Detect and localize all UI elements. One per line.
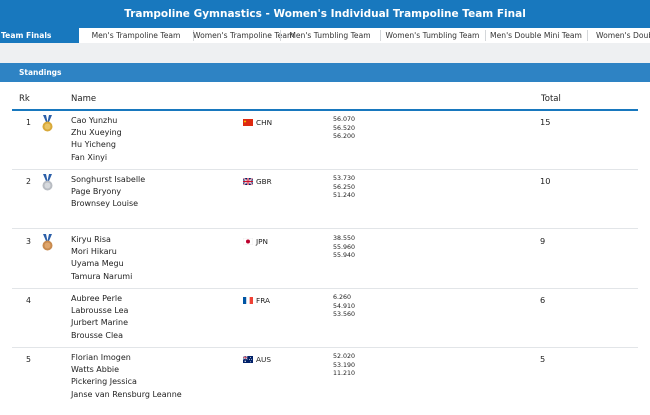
tab-womens-tumbling-team[interactable]: Women's Tumbling Team — [380, 28, 485, 43]
row-divider — [12, 347, 638, 348]
score-value: 55.960 — [333, 243, 356, 251]
noc-code: AUS — [256, 355, 271, 364]
routine-scores: 56.070 56.520 56.200 — [333, 116, 355, 142]
nationality: JPN — [243, 237, 268, 246]
score-value: 53.560 — [333, 311, 356, 319]
rank-value: 1 — [26, 118, 31, 127]
routine-scores: 52.020 53.190 11.210 — [333, 353, 355, 379]
score-value: 51.240 — [333, 192, 356, 200]
score-value: 54.910 — [333, 302, 356, 310]
japan-flag-icon — [243, 238, 253, 245]
routine-scores: 38.550 55.960 55.940 — [333, 235, 355, 261]
spacer — [0, 43, 650, 63]
athlete-name: Jurbert Marine — [71, 318, 128, 328]
nationality: GBR — [243, 177, 272, 186]
row-divider — [12, 228, 638, 229]
score-value: 6.260 — [333, 294, 352, 301]
score-value: 52.020 — [333, 353, 356, 360]
athlete-name: Janse van Rensburg Leanne — [71, 389, 182, 399]
tab-mens-trampoline-team[interactable]: Men's Trampoline Team — [79, 28, 193, 43]
athlete-name: Florian Imogen — [71, 353, 131, 362]
score-value: 55.940 — [333, 252, 356, 260]
athlete-name: Songhurst Isabelle — [71, 175, 146, 184]
silver-medal-icon — [42, 174, 53, 191]
team-members: Aubree Perle Labrousse Lea Jurbert Marin… — [71, 293, 128, 342]
rank-value: 3 — [26, 237, 31, 246]
rank-value: 4 — [26, 296, 31, 305]
athlete-name: Uyama Megu — [71, 259, 124, 269]
noc-code: FRA — [256, 296, 270, 305]
uk-flag-icon — [243, 178, 253, 185]
score-value: 11.210 — [333, 370, 356, 378]
row-divider — [12, 288, 638, 289]
team-members: Songhurst Isabelle Page Bryony Brownsey … — [71, 174, 145, 211]
tab-mens-double-mini-team[interactable]: Men's Double Mini Team — [485, 28, 587, 43]
athlete-name: Watts Abbie — [71, 365, 120, 375]
routine-scores: 6.260 54.910 53.560 — [333, 294, 355, 320]
athlete-name: Labrousse Lea — [71, 306, 129, 316]
china-flag-icon — [243, 119, 253, 126]
athlete-name: Page Bryony — [71, 187, 122, 197]
standings-title: Standings — [19, 68, 62, 77]
athlete-name: Hu Yicheng — [71, 140, 116, 150]
tab-womens-double-mini-team[interactable]: Women's Double M — [587, 28, 650, 43]
routine-scores: 53.730 56.250 51.240 — [333, 175, 355, 201]
header-divider — [12, 109, 638, 111]
total-score: 6 — [540, 295, 546, 305]
athlete-name: Mori Hikaru — [71, 247, 117, 257]
athlete-name: Aubree Perle — [71, 294, 123, 303]
nationality: CHN — [243, 118, 272, 127]
total-score: 15 — [540, 117, 551, 127]
nationality: FRA — [243, 296, 270, 305]
column-header-total: Total — [541, 94, 561, 104]
athlete-name: Kiryu Risa — [71, 235, 111, 244]
row-divider — [12, 169, 638, 170]
total-score: 9 — [540, 236, 546, 246]
page-title: Trampoline Gymnastics - Women's Individu… — [124, 8, 526, 20]
athlete-name: Pickering Jessica — [71, 377, 137, 387]
page-header: Trampoline Gymnastics - Women's Individu… — [0, 0, 650, 28]
athlete-name: Tamura Narumi — [71, 271, 133, 281]
score-value: 56.250 — [333, 183, 356, 191]
score-value: 38.550 — [333, 235, 356, 242]
score-value: 56.070 — [333, 116, 356, 123]
tab-womens-trampoline-team[interactable]: Women's Trampoline Team — [193, 28, 294, 43]
standings-table: Rk Name Total 1 Cao Yunzhu Zhu Xueying H… — [0, 82, 650, 415]
bronze-medal-icon — [42, 234, 53, 251]
event-tabs: Team Finals Men's Trampoline Team Women'… — [0, 28, 650, 43]
noc-code: JPN — [256, 237, 269, 246]
column-header-name: Name — [71, 94, 97, 104]
column-header-rank: Rk — [19, 94, 30, 104]
score-value: 56.520 — [333, 124, 356, 132]
team-members: Florian Imogen Watts Abbie Pickering Jes… — [71, 352, 182, 401]
athlete-name: Brousse Clea — [71, 330, 123, 340]
team-members: Cao Yunzhu Zhu Xueying Hu Yicheng Fan Xi… — [71, 115, 122, 164]
australia-flag-icon — [243, 356, 253, 363]
tab-mens-tumbling-team[interactable]: Men's Tumbling Team — [280, 28, 380, 43]
athlete-name: Brownsey Louise — [71, 199, 139, 209]
nationality: AUS — [243, 355, 271, 364]
score-value: 53.190 — [333, 361, 356, 369]
noc-code: CHN — [256, 118, 273, 127]
gold-medal-icon — [42, 115, 53, 132]
team-members: Kiryu Risa Mori Hikaru Uyama Megu Tamura… — [71, 234, 132, 283]
noc-code: GBR — [256, 177, 272, 186]
total-score: 10 — [540, 176, 551, 186]
total-score: 5 — [540, 354, 546, 364]
score-value: 56.200 — [333, 133, 356, 141]
athlete-name: Zhu Xueying — [71, 128, 122, 138]
score-value: 53.730 — [333, 175, 356, 182]
rank-value: 2 — [26, 177, 31, 186]
rank-value: 5 — [26, 355, 31, 364]
france-flag-icon — [243, 297, 253, 304]
standings-header: Standings — [0, 63, 650, 82]
athlete-name: Cao Yunzhu — [71, 116, 118, 125]
athlete-name: Fan Xinyi — [71, 152, 108, 162]
tab-team-finals[interactable]: Team Finals — [0, 28, 79, 43]
